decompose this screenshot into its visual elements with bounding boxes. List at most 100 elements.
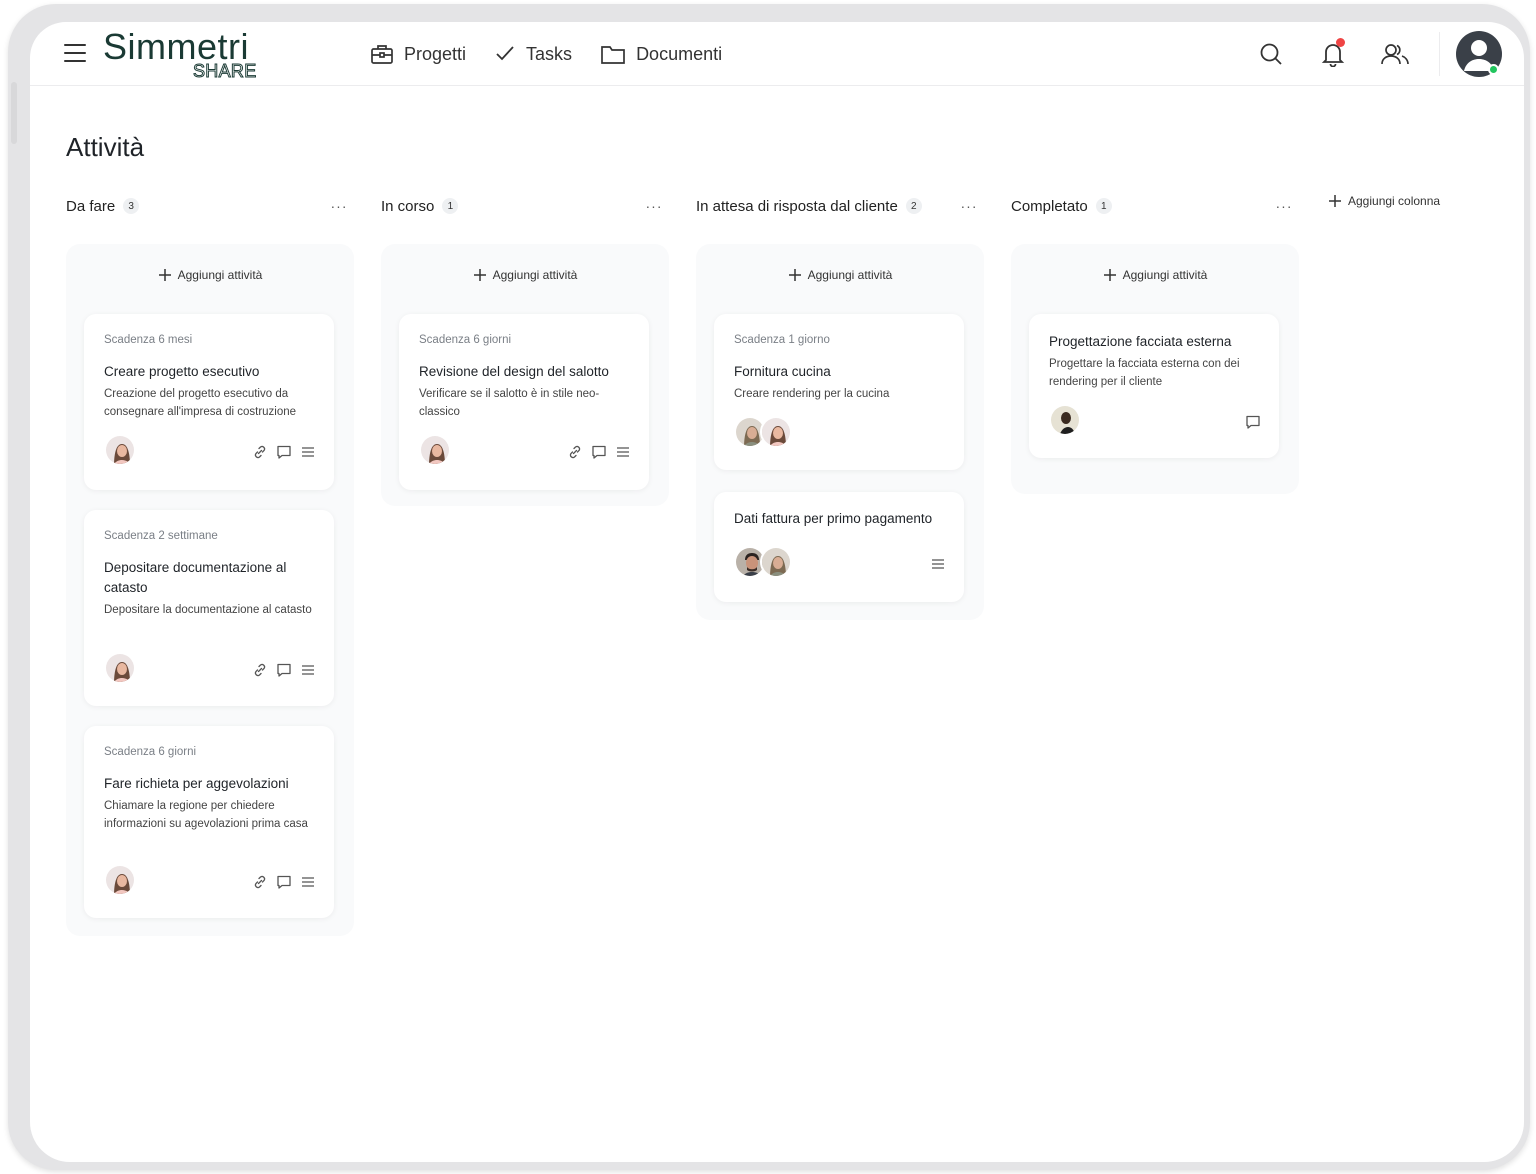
card-description: Progettare la facciata esterna con dei r… xyxy=(1049,358,1240,388)
column-more-button[interactable]: ··· xyxy=(327,194,351,218)
card-assignees xyxy=(104,652,136,684)
column-title: Completato xyxy=(1011,197,1088,215)
add-task-label: Aggiungi attività xyxy=(807,268,893,282)
column-title: In attesa di risposta dal cliente xyxy=(696,197,898,215)
card-icons xyxy=(244,662,316,678)
link-icon[interactable] xyxy=(252,874,268,890)
search-button[interactable] xyxy=(1251,34,1291,74)
link-icon[interactable] xyxy=(252,662,268,678)
card-assignees xyxy=(1049,404,1081,436)
column-completato: Aggiungi attività Progettazione facciata… xyxy=(1011,244,1299,494)
details-icon[interactable] xyxy=(300,444,316,460)
details-icon[interactable] xyxy=(930,556,946,572)
device-side-button xyxy=(11,82,17,144)
card-due-date: Scadenza 6 giorni xyxy=(104,746,197,758)
nav-label-tasks: Tasks xyxy=(526,43,573,64)
add-task-button[interactable]: Aggiungi attività xyxy=(381,268,669,282)
notification-badge xyxy=(1336,38,1345,47)
column-header-in-corso: In corso 1 xyxy=(381,194,459,218)
plus-icon xyxy=(473,268,487,282)
column-title: Da fare xyxy=(66,197,116,215)
add-task-button[interactable]: Aggiungi attività xyxy=(696,268,984,282)
column-header-da-fare: Da fare 3 xyxy=(66,194,140,218)
card-assignees xyxy=(419,434,451,466)
task-card[interactable]: Scadenza 2 settimane Depositare document… xyxy=(84,510,334,706)
avatar[interactable] xyxy=(419,434,451,466)
card-assignees xyxy=(104,864,136,896)
card-due-date: Scadenza 6 mesi xyxy=(104,334,193,346)
check-icon xyxy=(496,46,514,61)
avatar[interactable] xyxy=(104,652,136,684)
avatar[interactable] xyxy=(760,416,792,448)
logo[interactable]: Simmetri SHARE xyxy=(103,26,263,82)
comment-icon[interactable] xyxy=(591,444,607,460)
add-task-label: Aggiungi attività xyxy=(492,268,578,282)
details-icon[interactable] xyxy=(615,444,631,460)
column-more-button[interactable]: ··· xyxy=(642,194,666,218)
card-assignees xyxy=(734,546,792,578)
add-task-button[interactable]: Aggiungi attività xyxy=(1011,268,1299,282)
plus-icon xyxy=(1103,268,1117,282)
task-card[interactable]: Scadenza 6 giorni Revisione del design d… xyxy=(399,314,649,490)
plus-icon xyxy=(1329,195,1341,207)
card-assignees xyxy=(104,434,136,466)
column-more-button[interactable]: ··· xyxy=(1272,194,1296,218)
column-count-badge: 3 xyxy=(123,198,140,214)
comment-icon[interactable] xyxy=(276,874,292,890)
top-actions xyxy=(1229,22,1524,86)
nav-item-progetti[interactable]: Progetti xyxy=(370,43,466,65)
card-due-date: Scadenza 6 giorni xyxy=(419,334,512,346)
comment-icon[interactable] xyxy=(276,444,292,460)
column-da-fare: Aggiungi attività Scadenza 6 mesi Creare… xyxy=(66,244,354,936)
card-icons xyxy=(1237,414,1261,430)
link-icon[interactable] xyxy=(567,444,583,460)
card-title: Depositare documentazione al catasto xyxy=(104,560,287,595)
card-icons xyxy=(244,444,316,460)
link-icon[interactable] xyxy=(252,444,268,460)
details-icon[interactable] xyxy=(300,874,316,890)
nav-label-progetti: Progetti xyxy=(404,43,467,64)
app-screen: Simmetri SHARE Progetti Tasks Documenti … xyxy=(30,22,1524,1162)
nav-item-tasks[interactable]: Tasks xyxy=(494,44,572,65)
plus-icon xyxy=(788,268,802,282)
add-column-button[interactable]: Aggiungi colonna xyxy=(1328,194,1440,208)
task-card[interactable]: Scadenza 6 giorni Fare richieta per agge… xyxy=(84,726,334,918)
avatar[interactable] xyxy=(760,546,792,578)
task-card[interactable]: Scadenza 1 giorno Fornitura cucina Crear… xyxy=(714,314,964,470)
hamburger-menu-icon[interactable] xyxy=(64,44,86,62)
column-in-attesa: Aggiungi attività Scadenza 1 giorno Forn… xyxy=(696,244,984,620)
column-in-corso: Aggiungi attività Scadenza 6 giorni Revi… xyxy=(381,244,669,506)
add-task-label: Aggiungi attività xyxy=(177,268,263,282)
column-more-button[interactable]: ··· xyxy=(957,194,981,218)
notifications-button[interactable] xyxy=(1313,34,1353,74)
card-description: Depositare la documentazione al catasto xyxy=(104,604,312,616)
card-description: Verificare se il salotto è in stile neo-… xyxy=(419,388,600,418)
nav-item-documenti[interactable]: Documenti xyxy=(600,43,722,65)
card-title: Progettazione facciata esterna xyxy=(1049,334,1232,349)
task-card[interactable]: Dati fattura per primo pagamento xyxy=(714,492,964,602)
card-title: Fornitura cucina xyxy=(734,364,831,379)
column-count-badge: 2 xyxy=(905,198,922,214)
team-button[interactable] xyxy=(1375,34,1415,74)
card-assignees xyxy=(734,416,792,448)
comment-icon[interactable] xyxy=(1245,414,1261,430)
card-due-date: Scadenza 2 settimane xyxy=(104,530,218,542)
details-icon[interactable] xyxy=(300,662,316,678)
card-title: Dati fattura per primo pagamento xyxy=(734,511,933,526)
task-card[interactable]: Progettazione facciata esterna Progettar… xyxy=(1029,314,1279,458)
avatar[interactable] xyxy=(104,434,136,466)
avatar[interactable] xyxy=(104,864,136,896)
column-header-in-attesa: In attesa di risposta dal cliente 2 xyxy=(696,194,922,218)
add-task-button[interactable]: Aggiungi attività xyxy=(66,268,354,282)
task-card[interactable]: Scadenza 6 mesi Creare progetto esecutiv… xyxy=(84,314,334,490)
card-description: Chiamare la regione per chiedere informa… xyxy=(104,800,308,830)
comment-icon[interactable] xyxy=(276,662,292,678)
briefcase-icon xyxy=(371,45,393,64)
top-bar: Simmetri SHARE Progetti Tasks Documenti xyxy=(30,22,1524,86)
column-count-badge: 1 xyxy=(1095,198,1112,214)
folder-icon xyxy=(601,46,625,64)
avatar[interactable] xyxy=(1049,404,1081,436)
nav-label-documenti: Documenti xyxy=(636,43,723,64)
main-nav: Progetti Tasks Documenti xyxy=(370,40,750,68)
card-due-date: Scadenza 1 giorno xyxy=(734,334,830,346)
